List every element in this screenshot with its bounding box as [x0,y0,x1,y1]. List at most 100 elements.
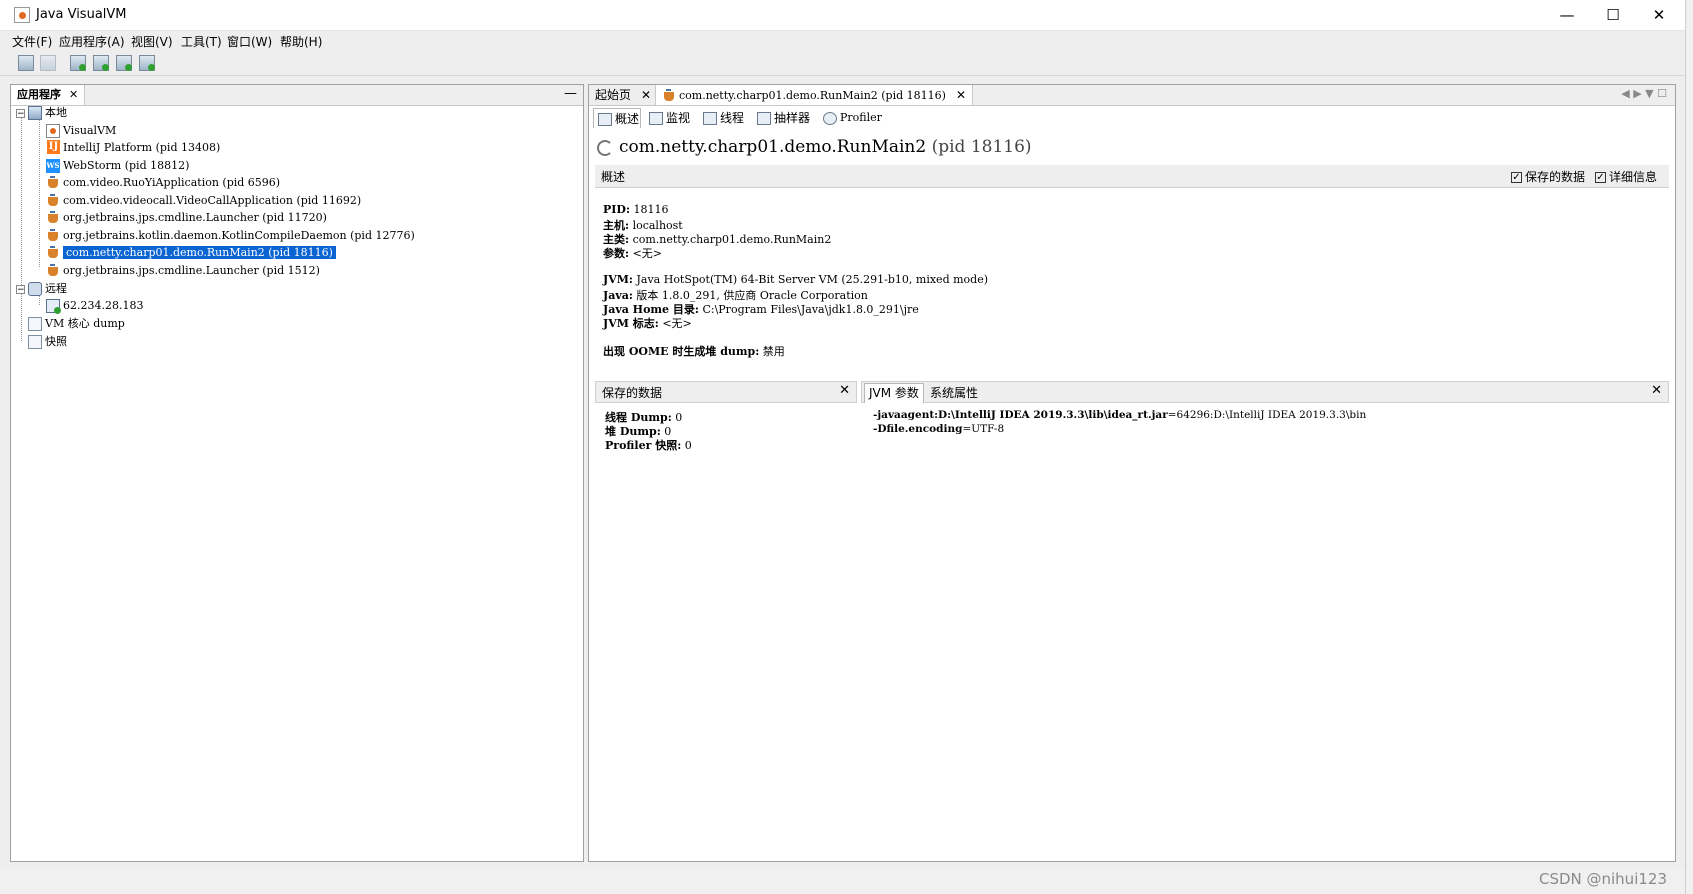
java-app-icon [46,176,60,190]
threads-icon [703,112,717,125]
applications-panel-header: 应用程序 ✕ — [11,85,583,106]
webstorm-icon [46,159,60,173]
tree-node-remote[interactable]: 远程 [28,280,67,297]
java-app-icon [46,264,60,278]
java-app-icon [46,211,60,225]
tab-system-properties[interactable]: 系统属性 [930,384,978,401]
tab-navigation-controls[interactable]: ◀ ▶ ▼ ☐ [1621,87,1667,100]
saved-data-checkbox[interactable]: ✓ 保存的数据 [1511,168,1585,185]
tab-applications-label: 应用程序 [17,88,61,101]
tree-node-remote-host[interactable]: 62.234.28.183 [46,297,143,314]
java-app-icon [46,246,60,260]
toolbar [0,51,1685,76]
tree-guide [39,119,40,267]
tree-node-kotlin-daemon[interactable]: org.jetbrains.kotlin.daemon.KotlinCompil… [46,227,415,244]
tab-runmain2[interactable]: com.netty.charp01.demo.RunMain2 (pid 181… [655,85,974,105]
minimize-button[interactable]: — [1544,4,1590,26]
tree-node-ruoyi[interactable]: com.video.RuoYiApplication (pid 6596) [46,174,280,191]
intellij-icon [46,140,60,155]
tree-node-visualvm[interactable]: VisualVM [46,122,116,139]
visualvm-app-icon [14,7,30,23]
checkbox-box: ✓ [1595,172,1606,183]
coredump-icon [28,317,42,331]
visualvm-icon [46,124,60,138]
tab-start-page[interactable]: 起始页 ✕ [589,85,659,105]
add-vm-coredump-icon[interactable] [116,55,132,71]
tree-guide [21,113,22,341]
menu-file[interactable]: 文件(F) [12,33,52,50]
jvm-arg-javaagent: -javaagent:D:\IntelliJ IDEA 2019.3.3\lib… [873,409,1367,421]
close-icon[interactable]: ✕ [839,383,850,398]
menu-applications[interactable]: 应用程序(A) [59,33,125,50]
window-title: Java VisualVM [36,7,127,22]
saved-data-title: 保存的数据 [602,386,663,400]
collapse-remote-toggle[interactable]: − [16,285,25,295]
subtab-monitor[interactable]: 监视 [649,108,690,128]
selected-node-label: com.netty.charp01.demo.RunMain2 (pid 181… [63,246,336,259]
section-label: 概述 [601,170,626,184]
info-jvm-flags: JVM 标志: <无> [603,317,692,330]
close-window-button[interactable]: ✕ [1636,4,1682,26]
close-icon[interactable]: ✕ [641,88,651,102]
watermark: CSDN @nihui123 [1538,870,1667,888]
tree-node-launcher-1512[interactable]: org.jetbrains.jps.cmdline.Launcher (pid … [46,262,320,279]
load-snapshot-icon[interactable] [18,55,34,71]
overview-section-bar: 概述 ✓ 保存的数据 ✓ 详细信息 [595,165,1669,188]
collapse-local-toggle[interactable]: − [16,109,25,119]
menu-view[interactable]: 视图(V) [131,33,173,50]
jvm-arg-encoding: -Dfile.encoding=UTF-8 [873,423,1005,435]
menu-bar: 文件(F) 应用程序(A) 视图(V) 工具(T) 窗口(W) 帮助(H) [0,31,1685,50]
profiler-clock-icon [823,111,837,125]
status-bar [0,868,1685,894]
jvm-args-panel-header: JVM 参数 系统属性 ✕ [861,381,1669,403]
tree-node-local[interactable]: 本地 [28,104,67,121]
tree-node-launcher-11720[interactable]: org.jetbrains.jps.cmdline.Launcher (pid … [46,209,327,226]
overview-icon [598,113,612,126]
menu-window[interactable]: 窗口(W) [227,33,272,50]
java-app-icon [46,194,60,208]
close-icon[interactable]: ✕ [69,88,78,101]
close-icon[interactable]: ✕ [1651,383,1662,398]
tree-node-webstorm[interactable]: WebStorm (pid 18812) [46,157,189,174]
subtab-threads[interactable]: 线程 [703,108,744,128]
add-snapshot-icon[interactable] [139,55,155,71]
remote-host-icon [46,299,61,314]
info-args: 参数: <无> [603,247,662,260]
menu-tools[interactable]: 工具(T) [181,33,222,50]
window-edge [1685,0,1693,894]
close-icon[interactable]: ✕ [956,88,966,102]
tree-node-intellij[interactable]: IntelliJ Platform (pid 13408) [46,139,220,156]
applications-panel: 应用程序 ✕ — − 本地 VisualVM IntelliJ Platform … [10,84,584,862]
info-pid: PID: 18116 [603,203,669,216]
add-jmx-connection-icon[interactable] [70,55,86,71]
remote-icon [28,282,42,296]
saved-data-panel-header: 保存的数据 ✕ [595,381,857,403]
computer-icon [28,106,42,120]
subtab-profiler[interactable]: Profiler [823,108,882,128]
tree-node-vm-coredump[interactable]: VM 核心 dump [28,315,125,332]
snapshots-icon [28,335,42,349]
subtab-sampler[interactable]: 抽样器 [757,108,810,128]
tab-jvm-args[interactable]: JVM 参数 [864,383,924,403]
tree-node-runmain2[interactable]: com.netty.charp01.demo.RunMain2 (pid 181… [46,244,336,261]
details-checkbox[interactable]: ✓ 详细信息 [1595,168,1657,185]
tab-applications[interactable]: 应用程序 ✕ [11,85,86,105]
loading-spinner-icon [597,139,613,156]
process-title: com.netty.charp01.demo.RunMain2 (pid 181… [597,137,1032,157]
tree-node-videocall[interactable]: com.video.videocall.VideoCallApplication… [46,192,361,209]
monitor-chart-icon [649,112,663,125]
maximize-button[interactable]: ☐ [1590,4,1636,26]
sampler-icon [757,112,771,125]
tree-node-snapshots[interactable]: 快照 [28,333,67,350]
java-app-icon [46,229,60,243]
minimize-panel-button[interactable]: — [564,86,577,101]
menu-help[interactable]: 帮助(H) [280,33,322,50]
add-remote-host-icon[interactable] [93,55,109,71]
document-tabs: 起始页 ✕ com.netty.charp01.demo.RunMain2 (pi… [589,85,1675,106]
main-panel: 起始页 ✕ com.netty.charp01.demo.RunMain2 (pi… [588,84,1676,862]
save-icon[interactable] [40,55,56,71]
checkbox-box: ✓ [1511,172,1522,183]
subtab-overview[interactable]: 概述 [593,108,641,128]
java-app-icon [662,89,676,103]
title-bar: Java VisualVM — ☐ ✕ [0,0,1685,31]
